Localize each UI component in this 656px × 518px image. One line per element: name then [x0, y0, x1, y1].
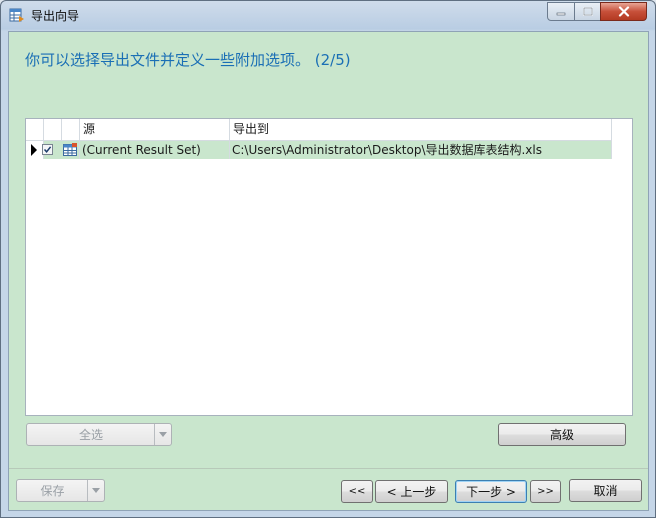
row-check-cell [26, 141, 62, 159]
title-bar[interactable]: 导出向导 [1, 1, 655, 29]
select-all-label: 全选 [78, 428, 103, 442]
save-split-button[interactable]: 保存 [16, 479, 105, 502]
save-label: 保存 [40, 484, 65, 498]
export-files-grid[interactable]: 源 导出到 (Current Result Set) C:\Users\Admi… [25, 118, 633, 416]
row-source-cell[interactable]: (Current Result Set) [80, 141, 230, 159]
result-set-table-icon [63, 143, 77, 156]
close-icon [618, 6, 629, 17]
row-export-to-cell[interactable]: C:\Users\Administrator\Desktop\导出数据库表结构.… [230, 141, 612, 159]
dropdown-arrow-icon [159, 432, 167, 437]
grid-header: 源 导出到 [26, 119, 612, 141]
table-row[interactable]: (Current Result Set) C:\Users\Administra… [26, 141, 612, 159]
save-dropdown[interactable] [87, 480, 104, 501]
header-check-cell [44, 119, 62, 140]
window-title: 导出向导 [31, 9, 80, 23]
column-header-export-to[interactable]: 导出到 [230, 119, 612, 140]
last-step-button[interactable]: >> [530, 480, 561, 503]
export-table-icon [9, 8, 24, 22]
next-step-button[interactable]: 下一步 > [455, 480, 527, 503]
row-checkbox[interactable] [42, 144, 53, 155]
previous-step-button[interactable]: < 上一步 [375, 480, 448, 503]
wizard-step-header: 你可以选择导出文件并定义一些附加选项。 (2/5) [25, 51, 351, 69]
row-icon-cell [62, 141, 80, 159]
checkmark-icon [43, 146, 52, 153]
dropdown-arrow-icon [92, 488, 100, 493]
minimize-button[interactable] [547, 2, 575, 21]
first-step-button[interactable]: << [341, 480, 373, 503]
minimize-icon [556, 12, 566, 15]
maximize-icon [582, 7, 593, 16]
header-icon-cell [62, 119, 80, 140]
advanced-button[interactable]: 高级 [498, 423, 626, 446]
export-wizard-window: 导出向导 你可以选择导出文件并定义一些附加选项。 (2/5) 源 导出到 (Cu… [0, 0, 656, 518]
header-indicator-cell [26, 119, 44, 140]
footer-divider [9, 468, 648, 469]
select-all-dropdown[interactable] [154, 424, 171, 445]
close-button[interactable] [600, 2, 647, 21]
wizard-body: 你可以选择导出文件并定义一些附加选项。 (2/5) 源 导出到 (Current… [8, 31, 649, 511]
column-header-source[interactable]: 源 [80, 119, 230, 140]
maximize-button[interactable] [574, 2, 601, 21]
select-all-split-button[interactable]: 全选 [26, 423, 172, 446]
cancel-button[interactable]: 取消 [569, 479, 642, 502]
